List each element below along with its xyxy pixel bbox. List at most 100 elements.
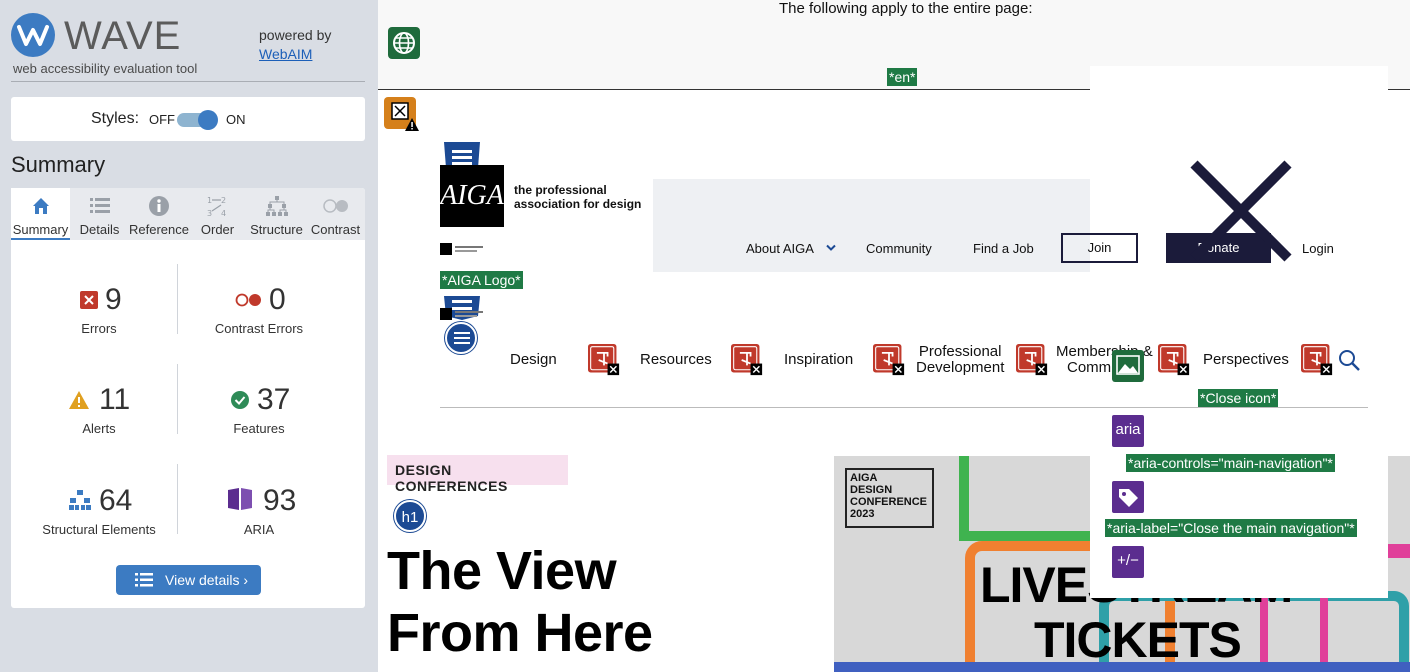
login-link[interactable]: Login <box>1302 241 1334 256</box>
empty-button-error-icon[interactable] <box>873 344 905 376</box>
nav-resources[interactable]: Resources <box>640 352 712 368</box>
aria-count[interactable]: 93 <box>263 484 296 518</box>
nav-about-aiga[interactable]: About AIGA <box>746 241 814 256</box>
tab-reference[interactable]: Reference <box>129 188 189 240</box>
webaim-link[interactable]: WebAIM <box>259 46 312 62</box>
styles-off-label: OFF <box>149 112 175 127</box>
language-tag: *en* <box>887 68 918 86</box>
empty-button-error-icon[interactable] <box>588 344 620 376</box>
view-details-button[interactable]: View details › <box>116 565 261 595</box>
svg-text:4: 4 <box>221 209 226 217</box>
nav-community[interactable]: Community <box>866 241 932 256</box>
view-details-label: View details › <box>165 572 249 588</box>
wave-title: WAVE <box>64 14 182 58</box>
nav-professional-line1: Professional <box>918 343 1002 360</box>
tab-contrast[interactable]: Contrast <box>306 188 365 240</box>
conf-logo-line2: DESIGN <box>850 484 893 496</box>
svg-text:3: 3 <box>207 209 212 217</box>
hero-heading: The View From Here <box>387 540 653 664</box>
globe-icon[interactable] <box>388 27 420 59</box>
tab-order-label: Order <box>200 222 235 237</box>
hero-heading-line1: The View <box>387 541 617 601</box>
aria-label-icon[interactable] <box>1112 481 1144 513</box>
empty-button-error-icon[interactable] <box>1301 344 1333 376</box>
list-icon <box>135 573 153 587</box>
contrast-errors-label: Contrast Errors <box>214 321 304 336</box>
contrast-errors-count[interactable]: 0 <box>269 283 286 317</box>
hero-tickets-text: TICKETS <box>1034 612 1242 668</box>
svg-text:2: 2 <box>221 196 226 205</box>
page-wide-note: The following apply to the entire page: <box>779 0 1033 17</box>
list-icon <box>70 194 129 218</box>
empty-button-error-icon[interactable] <box>1158 344 1190 376</box>
feature-icon <box>231 391 249 409</box>
errors-count[interactable]: 9 <box>105 283 122 317</box>
conf-logo-line4: 2023 <box>850 508 875 520</box>
nav-inspiration[interactable]: Inspiration <box>784 352 853 368</box>
sidebar-divider <box>11 81 365 82</box>
search-icon[interactable] <box>1338 349 1360 371</box>
empty-button-error-icon[interactable] <box>1016 344 1048 376</box>
aria-controls-tag-front: *aria-controls="main-navigation"* <box>1126 454 1335 472</box>
join-button[interactable]: Join <box>1061 233 1138 263</box>
nav-perspectives[interactable]: Perspectives <box>1203 352 1289 368</box>
alerts-label: Alerts <box>82 421 116 436</box>
svg-text:1: 1 <box>207 196 212 205</box>
tab-details-label: Details <box>79 222 120 237</box>
close-icon[interactable] <box>1188 158 1294 264</box>
hero-heading-line2: From Here <box>387 603 653 663</box>
image-feature-icon[interactable] <box>1112 350 1144 382</box>
conf-logo-line1: AIGA <box>850 472 878 484</box>
nav-professional-development[interactable]: Professional Development <box>916 344 1004 376</box>
wave-tabs: Summary Details Reference 12 3 4 Order Str… <box>11 188 365 240</box>
alert-icon <box>69 391 89 409</box>
alerts-count[interactable]: 11 <box>99 383 130 417</box>
aiga-tagline-line1: the professional <box>514 183 607 197</box>
aiga-mini-logo <box>440 308 484 320</box>
aria-label-tag-front: *aria-label="Close the main navigation"* <box>1105 519 1357 537</box>
nav-professional-line2: Development <box>916 359 1005 376</box>
styles-on-label: ON <box>226 112 246 127</box>
close-icon-alt-tag: *Close icon* <box>1198 389 1279 407</box>
structural-label: Structural Elements <box>42 522 156 537</box>
tab-structure[interactable]: Structure <box>247 188 306 240</box>
aiga-tagline: the professional association for design <box>514 183 641 211</box>
contrast-icon <box>306 194 365 218</box>
list-structure-icon[interactable] <box>445 322 477 354</box>
features-count[interactable]: 37 <box>257 383 290 417</box>
errors-label: Errors <box>81 321 117 336</box>
home-icon <box>11 194 70 218</box>
features-label: Features <box>233 421 285 436</box>
conference-logo: AIGA DESIGN CONFERENCE 2023 <box>845 468 934 528</box>
styles-label: Styles: <box>91 110 140 127</box>
tab-order[interactable]: 12 3 4 Order <box>188 188 247 240</box>
tab-details[interactable]: Details <box>70 188 129 240</box>
structure-icon <box>247 194 306 218</box>
design-conferences-badge[interactable]: DESIGN CONFERENCES <box>387 455 568 494</box>
tab-summary[interactable]: Summary <box>11 188 70 240</box>
tab-structure-label: Structure <box>250 222 303 237</box>
alert-region-icon[interactable] <box>384 97 419 131</box>
conf-logo-line3: CONFERENCE <box>850 496 928 508</box>
powered-by-label: powered by <box>259 27 332 43</box>
logo-alt-tag: *AIGA Logo* <box>440 271 523 289</box>
main-nav-divider <box>440 407 1368 408</box>
tab-summary-label: Summary <box>12 222 69 237</box>
utility-nav-bar <box>653 179 1090 272</box>
aria-expanded-icon[interactable]: +/− <box>1112 546 1144 578</box>
aiga-tagline-line2: association for design <box>514 197 642 211</box>
h1-structure-icon[interactable]: h1 <box>394 500 426 532</box>
aria-badge-icon[interactable]: aria <box>1112 415 1144 447</box>
structure-stat-icon <box>69 490 91 510</box>
info-icon <box>129 194 188 218</box>
nav-design[interactable]: Design <box>510 352 557 368</box>
aria-icon <box>228 488 252 510</box>
styles-toggle-knob[interactable] <box>198 110 218 130</box>
structural-count[interactable]: 64 <box>99 484 132 518</box>
wave-logo-icon <box>11 13 55 57</box>
order-icon: 12 3 4 <box>188 194 247 218</box>
chevron-down-icon[interactable] <box>826 244 836 252</box>
aiga-logo[interactable]: AIGA <box>440 165 504 227</box>
nav-find-a-job[interactable]: Find a Job <box>973 241 1034 256</box>
empty-button-error-icon[interactable] <box>731 344 763 376</box>
